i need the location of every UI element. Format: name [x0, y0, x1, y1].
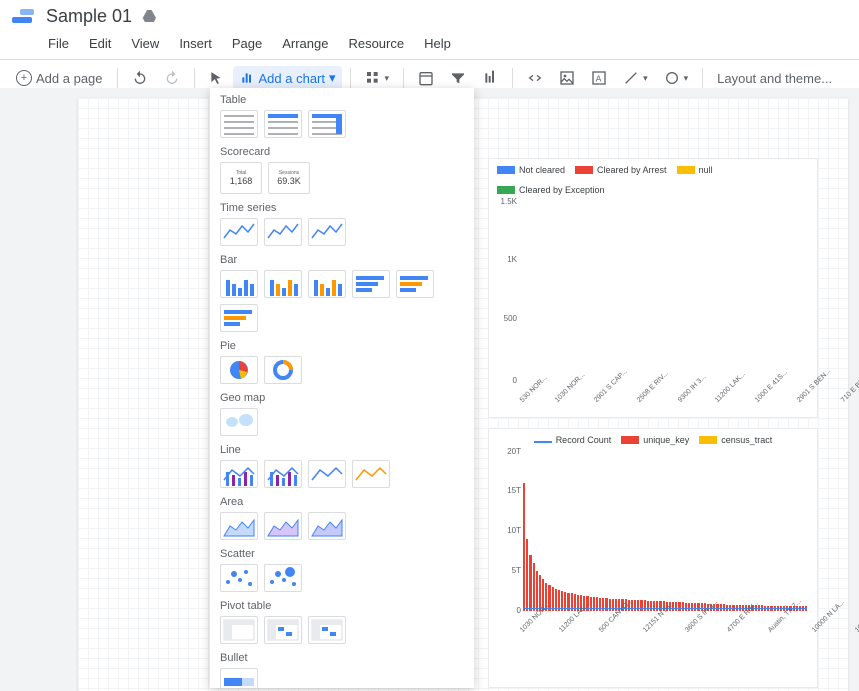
chart-thumb-scatter-2[interactable] — [264, 564, 302, 592]
add-page-button[interactable]: + Add a page — [10, 66, 109, 90]
chart-section-title: Pie — [220, 340, 464, 352]
chart-thumb-scorecard-1[interactable]: Total1,168 — [220, 162, 262, 194]
y-tick: 0 — [497, 606, 521, 615]
menu-bar: File Edit View Insert Page Arrange Resou… — [0, 32, 859, 59]
chart-thumb-ts-1[interactable] — [220, 218, 258, 246]
chart-thumb-bar-1[interactable] — [220, 270, 258, 298]
image-button[interactable] — [553, 66, 581, 90]
y-tick: 1K — [493, 255, 517, 264]
chart-thumb-bar-2[interactable] — [264, 270, 302, 298]
chart1-body: 1.5K 1K 500 0 — [519, 201, 807, 381]
chart-thumb-geo-1[interactable] — [220, 408, 258, 436]
url-embed-button[interactable] — [521, 66, 549, 90]
chart-section-title: Scorecard — [220, 146, 464, 158]
header: Sample 01 — [0, 0, 859, 32]
y-tick: 10T — [497, 526, 521, 535]
community-viz-button[interactable]: ▾ — [359, 66, 396, 90]
chart-section-title: Table — [220, 94, 464, 106]
chart-thumb-area-3[interactable] — [308, 512, 346, 540]
chart-thumb-pivot-2[interactable] — [264, 616, 302, 644]
chart-section-title: Bullet — [220, 652, 464, 664]
chart2-body: 20T 15T 10T 5T 0 — [523, 451, 807, 611]
chart-thumb-line-4[interactable] — [352, 460, 390, 488]
chart-thumb-line-1[interactable] — [220, 460, 258, 488]
y-tick: 0 — [493, 376, 517, 385]
date-range-button[interactable] — [412, 66, 440, 90]
chart-thumb-table-3[interactable] — [308, 110, 346, 138]
drive-icon[interactable] — [142, 8, 158, 24]
combo-chart[interactable]: Record Count unique_key census_tract 20T… — [488, 428, 818, 688]
text-button[interactable]: A — [585, 66, 613, 90]
chart-thumb-bar-4[interactable] — [352, 270, 390, 298]
chart-thumb-scatter-1[interactable] — [220, 564, 258, 592]
chevron-down-icon: ▾ — [329, 70, 336, 86]
chart-thumb-pie-1[interactable] — [220, 356, 258, 384]
chart-thumb-table-2[interactable] — [264, 110, 302, 138]
menu-insert[interactable]: Insert — [179, 36, 212, 51]
chart-section-title: Scatter — [220, 548, 464, 560]
chart-thumb-bar-6[interactable] — [220, 304, 258, 332]
add-chart-button[interactable]: Add a chart ▾ — [233, 66, 342, 90]
shape-tool-button[interactable]: ▾ — [658, 66, 695, 90]
stacked-bar-chart[interactable]: Not cleared Cleared by Arrest null Clear… — [488, 158, 818, 418]
chart-section-title: Pivot table — [220, 600, 464, 612]
layout-theme-button[interactable]: Layout and theme... — [711, 67, 838, 90]
add-chart-label: Add a chart — [259, 71, 326, 86]
y-tick: 500 — [493, 314, 517, 323]
chart-thumb-ts-2[interactable] — [264, 218, 302, 246]
document-title[interactable]: Sample 01 — [46, 6, 132, 27]
menu-page[interactable]: Page — [232, 36, 262, 51]
chart-thumb-bar-5[interactable] — [396, 270, 434, 298]
chart-thumb-table-1[interactable] — [220, 110, 258, 138]
line-tool-button[interactable]: ▾ — [617, 66, 654, 90]
legend-label: Cleared by Exception — [519, 185, 605, 195]
y-tick: 15T — [497, 486, 521, 495]
legend-label: null — [699, 165, 713, 175]
chart-thumb-area-1[interactable] — [220, 512, 258, 540]
y-tick: 20T — [497, 447, 521, 456]
chart-thumb-pivot-3[interactable] — [308, 616, 346, 644]
chart-thumb-pivot-1[interactable] — [220, 616, 258, 644]
y-tick: 1.5K — [493, 197, 517, 206]
chart-thumb-bullet-1[interactable] — [220, 668, 258, 688]
chart-section-title: Geo map — [220, 392, 464, 404]
plus-circle-icon: + — [16, 70, 32, 86]
legend-label: census_tract — [721, 435, 772, 445]
y-tick: 5T — [497, 566, 521, 575]
data-control-button[interactable] — [476, 66, 504, 90]
legend-label: Cleared by Arrest — [597, 165, 667, 175]
select-tool[interactable] — [203, 67, 229, 89]
legend-label: unique_key — [643, 435, 689, 445]
chart-section-title: Area — [220, 496, 464, 508]
redo-button[interactable] — [158, 66, 186, 90]
chart-thumb-scorecard-2[interactable]: Sessions69.3K — [268, 162, 310, 194]
chart-section-title: Time series — [220, 202, 464, 214]
chart-thumb-line-3[interactable] — [308, 460, 346, 488]
chart-thumb-pie-2[interactable] — [264, 356, 302, 384]
filter-control-button[interactable] — [444, 66, 472, 90]
svg-text:A: A — [596, 73, 602, 83]
chart2-legend: Record Count unique_key census_tract — [489, 429, 817, 451]
chart-thumb-bar-3[interactable] — [308, 270, 346, 298]
menu-arrange[interactable]: Arrange — [282, 36, 328, 51]
menu-file[interactable]: File — [48, 36, 69, 51]
app-logo — [12, 4, 36, 28]
chart-thumb-area-2[interactable] — [264, 512, 302, 540]
chart-thumb-ts-3[interactable] — [308, 218, 346, 246]
legend-label: Record Count — [556, 435, 612, 445]
menu-edit[interactable]: Edit — [89, 36, 111, 51]
menu-help[interactable]: Help — [424, 36, 451, 51]
legend-label: Not cleared — [519, 165, 565, 175]
menu-resource[interactable]: Resource — [348, 36, 404, 51]
chart1-legend: Not cleared Cleared by Arrest null Clear… — [489, 159, 817, 201]
chart-thumb-line-2[interactable] — [264, 460, 302, 488]
chart-section-title: Bar — [220, 254, 464, 266]
add-page-label: Add a page — [36, 71, 103, 86]
chart-section-title: Line — [220, 444, 464, 456]
add-chart-dropdown[interactable]: Table Scorecard Total1,168Sessions69.3K Tim… — [210, 88, 474, 688]
undo-button[interactable] — [126, 66, 154, 90]
menu-view[interactable]: View — [131, 36, 159, 51]
